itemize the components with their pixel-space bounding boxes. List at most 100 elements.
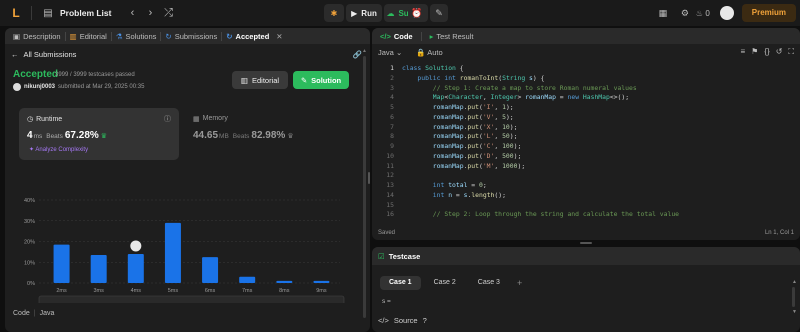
runtime-card[interactable]: ◷ Runtime ⓘ 4ms Beats 67.28% ♛ ✦ Analyze Com… [19,108,179,160]
vertical-resize-handle[interactable] [368,172,370,184]
memory-card[interactable]: ▦ Memory 44.65MB Beats 82.98% ♛ [193,108,343,160]
line-number: 5 [390,103,394,111]
help-icon[interactable]: ? [423,316,427,325]
source-toggle[interactable]: </> Source ? [378,316,427,325]
run-button[interactable]: ▶ Run [346,4,382,22]
tab-test-result[interactable]: ▸ Test Result [426,32,478,41]
code-line[interactable]: 16 // Step 2: Loop through the string an… [372,210,800,220]
user-avatar[interactable] [719,6,734,20]
prev-problem-icon[interactable]: ‹ [123,7,141,19]
format-icon[interactable]: ≡ [741,47,746,57]
my-submission-marker [129,239,143,253]
problem-list-icon[interactable]: ▤ [40,8,56,19]
tab-test-result-label: Test Result [436,31,474,41]
line-number: 1 [390,64,394,72]
layout-icon[interactable]: ▦ [652,8,674,19]
line-number: 11 [386,161,394,170]
line-code: romanMap.put('L', 50); [432,132,518,141]
info-icon[interactable]: ⓘ [164,114,171,124]
y-tick-label: 40% [24,198,35,204]
code-line[interactable]: 6 romanMap.put('V', 5); [372,113,800,123]
tab-solutions[interactable]: ⚗ Solutions [112,32,161,41]
next-problem-icon[interactable]: › [141,7,159,19]
language-select[interactable]: Java ⌄ [378,48,402,57]
settings-gear-icon[interactable]: ⚙ [674,8,696,19]
code-line[interactable]: 5 romanMap.put('I', 1); [372,103,800,113]
share-link-icon[interactable]: 🔗 [353,50,362,59]
all-submissions-link[interactable]: All Submissions [24,50,77,59]
code-line[interactable]: 15 [372,201,800,211]
tab-editorial[interactable]: ▥ Editorial [66,32,111,41]
solutions-icon: ⚗ [115,31,123,41]
left-scroll-thumb[interactable] [363,56,366,318]
notes-icon[interactable]: ✎ [430,4,448,22]
case-tab-3[interactable]: Case 3 [469,276,509,290]
tab-label: Accepted [235,31,270,41]
bookmark-icon[interactable]: ⚑ [751,47,758,57]
testcase-scrollbar[interactable]: ▲ ▼ [792,279,797,319]
add-case-button[interactable]: + [517,278,522,288]
analyze-complexity-link[interactable]: ✦ Analyze Complexity [29,146,88,153]
scroll-up-icon[interactable]: ▲ [792,279,797,285]
lock-icon: 🔒 [416,47,426,57]
tab-submissions[interactable]: ↻ Submissions [161,32,221,41]
premium-button[interactable]: Premium [741,4,796,22]
leetcode-logo[interactable]: L [9,6,23,20]
code-icon: </> [380,31,391,41]
line-code: romanMap.put('X', 10); [432,122,518,131]
timer-icon[interactable]: ⏰ [408,4,426,22]
problem-list-link[interactable]: Problem List [60,8,111,18]
tab-accepted[interactable]: ↻ Accepted ✕ [222,32,286,41]
close-tab-icon[interactable]: ✕ [276,32,282,41]
code-line[interactable]: 14 int n = s.length(); [372,191,800,201]
code-line[interactable]: 1 class Solution { [372,64,800,74]
code-line[interactable]: 11 romanMap.put('M', 1000); [372,162,800,172]
code-line[interactable]: 13 int total = 0; [372,181,800,191]
code-editor-panel: </> Code ▸ Test Result Java ⌄ 🔒 Auto ≡ ⚑ {… [372,28,800,240]
line-number: 8 [390,132,394,141]
braces-icon[interactable]: {} [764,47,769,57]
code-line[interactable]: 10 romanMap.put('D', 500); [372,152,800,162]
runtime-distribution-chart[interactable]: 40%30%20%10%0%2ms3ms4ms5ms6ms7ms8ms9ms2m… [5,163,370,321]
left-scrollbar[interactable]: ▲ [362,44,367,332]
y-tick-label: 20% [24,240,35,246]
code-line[interactable]: 7 romanMap.put('X', 10); [372,123,800,133]
minimap-track [39,296,344,320]
memory-number: 44.65 [193,130,219,141]
code-line[interactable]: 12 [372,171,800,181]
code-line[interactable]: 9 romanMap.put('C', 100); [372,142,800,152]
shuffle-icon[interactable]: ⤮ [159,7,177,20]
reset-icon[interactable]: ↺ [776,47,783,57]
fullscreen-icon[interactable]: ⛶ [788,47,794,57]
auto-toggle[interactable]: 🔒 Auto [416,48,442,57]
testcase-scroll-thumb[interactable] [792,287,795,307]
y-tick-label: 0% [27,281,35,287]
streak-counter[interactable]: ♨ 0 [696,9,710,18]
description-icon: ▣ [13,31,21,41]
submitter-username[interactable]: nikunj0003 [24,84,55,90]
scroll-down-icon[interactable]: ▼ [792,309,797,315]
code-editor[interactable]: 1 class Solution {2 public int romanToInt… [372,64,800,224]
code-line[interactable]: 8 romanMap.put('L', 50); [372,132,800,142]
case-tab-1[interactable]: Case 1 [380,276,421,290]
code-line[interactable]: 4 Map<Character, Integer> romanMap = new… [372,93,800,103]
tab-code[interactable]: </> Code [376,32,417,41]
editor-tab-bar: </> Code ▸ Test Result [372,28,800,44]
footer-divider: | [33,310,36,317]
debug-button[interactable]: ✱ [324,4,344,22]
tab-description[interactable]: ▣ Description [9,32,65,41]
code-line[interactable]: 3 // Step 1: Create a map to store Roman… [372,84,800,94]
line-number: 12 [386,171,394,180]
runtime-title: ◷ Runtime [27,115,62,124]
back-arrow-icon[interactable]: ← [11,50,19,59]
case-tab-2[interactable]: Case 2 [425,276,465,290]
horizontal-resize-handle[interactable] [580,242,592,244]
scroll-up-icon[interactable]: ▲ [362,48,367,54]
code-line[interactable]: 2 public int romanToInt(String s) { [372,74,800,84]
testcase-title[interactable]: Testcase [389,252,421,261]
solution-button[interactable]: ✎ Solution [293,71,349,89]
saved-status: Saved [378,230,396,236]
chart-bar [53,244,70,283]
editorial-button[interactable]: ▥ Editorial [232,71,288,89]
